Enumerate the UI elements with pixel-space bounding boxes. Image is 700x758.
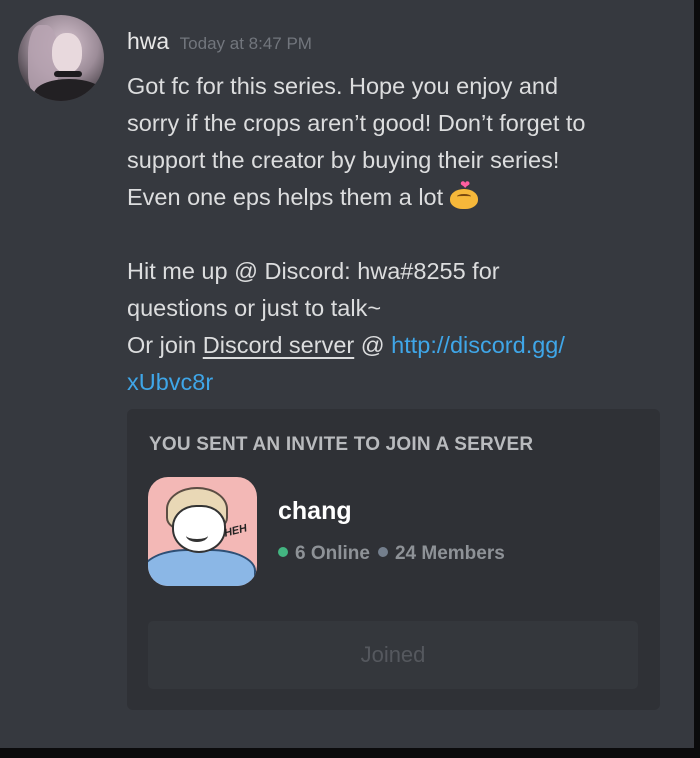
server-name[interactable]: chang bbox=[278, 497, 352, 526]
join-prefix: Or join bbox=[127, 332, 203, 358]
message-line: xUbvc8r bbox=[127, 364, 667, 401]
message-line: Hit me up @ Discord: hwa#8255 for bbox=[127, 258, 500, 284]
server-invite-embed: YOU SENT AN INVITE TO JOIN A SERVER HEH … bbox=[127, 409, 660, 710]
username[interactable]: hwa bbox=[127, 28, 169, 54]
joined-button[interactable]: Joined bbox=[148, 621, 638, 689]
message-line: Even one eps helps them a lot ❤ bbox=[127, 179, 667, 216]
invite-url-link-cont[interactable]: xUbvc8r bbox=[127, 369, 213, 395]
invite-header: YOU SENT AN INVITE TO JOIN A SERVER bbox=[149, 434, 534, 455]
crying-heart-emoji-icon: ❤ bbox=[447, 179, 481, 209]
message-line: Or join Discord server @ http://discord.… bbox=[127, 327, 667, 364]
server-icon-text: HEH bbox=[222, 522, 249, 540]
chat-area: hwa Today at 8:47 PM Got fc for this ser… bbox=[0, 0, 694, 748]
message-line: support the creator by buying their seri… bbox=[127, 147, 560, 173]
message-line: questions or just to talk~ bbox=[127, 295, 382, 321]
online-status-icon bbox=[278, 547, 288, 557]
user-avatar[interactable] bbox=[18, 15, 104, 101]
server-stats: 6 Online 24 Members bbox=[278, 543, 505, 565]
join-at: @ bbox=[354, 332, 392, 358]
member-count: 24 Members bbox=[394, 543, 505, 564]
server-icon[interactable]: HEH bbox=[148, 477, 257, 586]
message-body: Got fc for this series. Hope you enjoy a… bbox=[127, 68, 667, 401]
invite-url-link[interactable]: http://discord.gg/ bbox=[391, 332, 565, 358]
timestamp: Today at 8:47 PM bbox=[179, 34, 312, 53]
message-header: hwa Today at 8:47 PM bbox=[127, 28, 312, 55]
message-line-text: Even one eps helps them a lot bbox=[127, 184, 444, 210]
message-line: sorry if the crops aren’t good! Don’t fo… bbox=[127, 110, 586, 136]
discord-server-link[interactable]: Discord server bbox=[203, 332, 354, 358]
members-icon bbox=[377, 547, 388, 557]
online-count: 6 Online bbox=[295, 543, 370, 564]
message-line: Got fc for this series. Hope you enjoy a… bbox=[127, 73, 559, 99]
